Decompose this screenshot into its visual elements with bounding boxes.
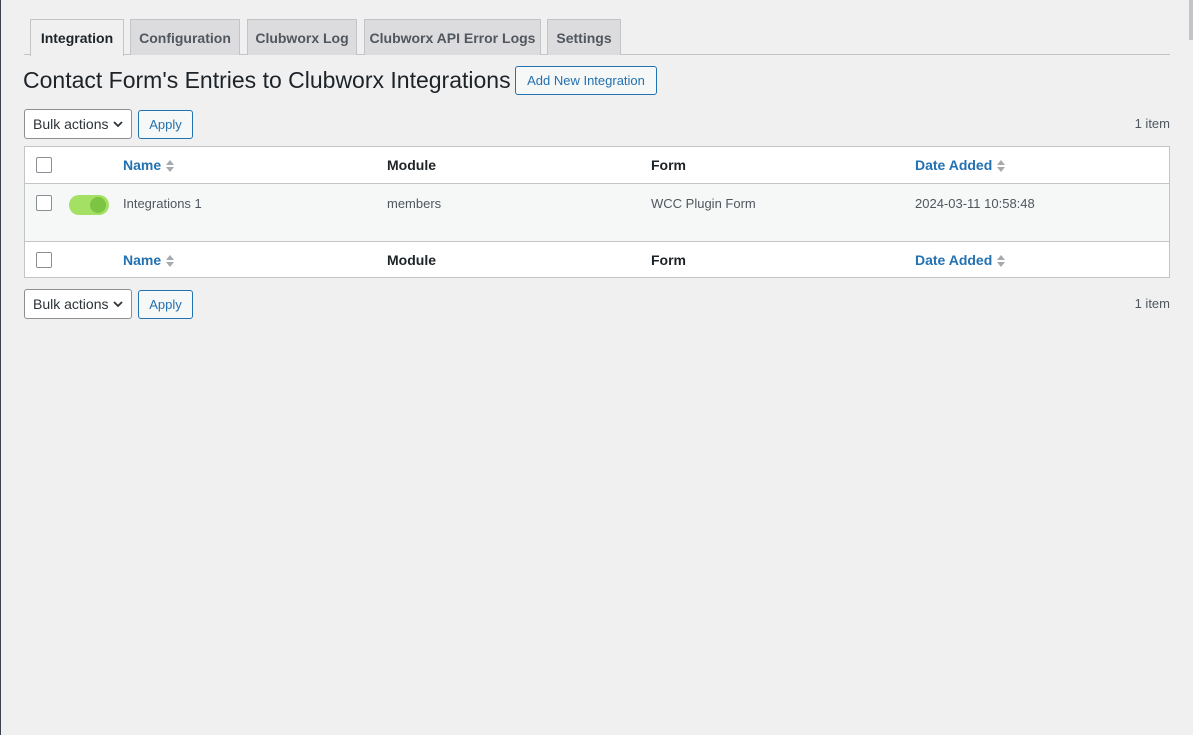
row-checkbox[interactable] <box>36 195 52 211</box>
tab-label: Settings <box>556 29 612 46</box>
sort-arrows-icon <box>166 160 175 173</box>
column-form-footer: Form <box>651 252 686 268</box>
column-label: Date Added <box>915 157 993 173</box>
select-all-checkbox[interactable] <box>36 157 52 173</box>
column-name-footer[interactable]: Name <box>123 252 175 269</box>
chevron-down-icon <box>113 301 123 308</box>
tab-label: Configuration <box>139 29 231 46</box>
item-count-bottom: 1 item <box>1134 296 1170 311</box>
tab-integration[interactable]: Integration <box>30 19 124 56</box>
bulk-actions-select-top[interactable]: Bulk actions <box>24 109 132 139</box>
integration-enabled-toggle[interactable] <box>69 195 109 215</box>
toggle-knob <box>90 197 106 213</box>
page-title: Contact Form's Entries to Clubworx Integ… <box>23 67 511 93</box>
sort-arrows-icon <box>997 160 1006 173</box>
add-new-integration-button[interactable]: Add New Integration <box>515 66 657 95</box>
scrollbar[interactable] <box>1189 0 1193 40</box>
table-footer-row: Name Module Form Date Added <box>25 242 1169 278</box>
sort-arrows-icon <box>166 255 175 268</box>
column-form-header: Form <box>651 157 686 173</box>
nav-tabs: Integration Configuration Clubworx Log C… <box>24 19 1170 56</box>
row-name[interactable]: Integrations 1 <box>123 196 202 211</box>
bulk-actions-label: Bulk actions <box>33 296 109 312</box>
column-date-added-footer[interactable]: Date Added <box>915 252 1006 269</box>
row-module: members <box>387 196 442 211</box>
column-module-header: Module <box>387 157 436 173</box>
tab-configuration[interactable]: Configuration <box>130 19 240 55</box>
column-date-added-header[interactable]: Date Added <box>915 157 1006 174</box>
bulk-actions-select-bottom[interactable]: Bulk actions <box>24 289 132 319</box>
column-label: Name <box>123 157 162 173</box>
item-count-top: 1 item <box>1134 116 1170 131</box>
select-all-checkbox-footer[interactable] <box>36 252 52 268</box>
chevron-down-icon <box>113 121 123 128</box>
column-label: Name <box>123 252 162 268</box>
column-name-header[interactable]: Name <box>123 157 175 174</box>
apply-button-top[interactable]: Apply <box>138 110 193 139</box>
bulk-actions-label: Bulk actions <box>33 116 109 132</box>
window-border <box>0 0 1 735</box>
table-row: Integrations 1 members WCC Plugin Form 2… <box>25 184 1169 242</box>
tab-label: Integration <box>40 30 114 46</box>
tab-label: Clubworx API Error Logs <box>369 29 536 46</box>
tab-label: Clubworx Log <box>255 29 349 46</box>
column-label: Date Added <box>915 252 993 268</box>
table-header-row: Name Module Form Date Added <box>25 147 1169 184</box>
row-form: WCC Plugin Form <box>651 196 756 211</box>
tab-clubworx-api-error-logs[interactable]: Clubworx API Error Logs <box>364 19 541 55</box>
tab-clubworx-log[interactable]: Clubworx Log <box>247 19 357 55</box>
apply-button-bottom[interactable]: Apply <box>138 290 193 319</box>
sort-arrows-icon <box>997 255 1006 268</box>
row-date-added: 2024-03-11 10:58:48 <box>915 196 1035 211</box>
integrations-table: Name Module Form Date Added Integrations… <box>24 146 1170 278</box>
column-module-footer: Module <box>387 252 436 268</box>
tab-settings[interactable]: Settings <box>547 19 621 55</box>
